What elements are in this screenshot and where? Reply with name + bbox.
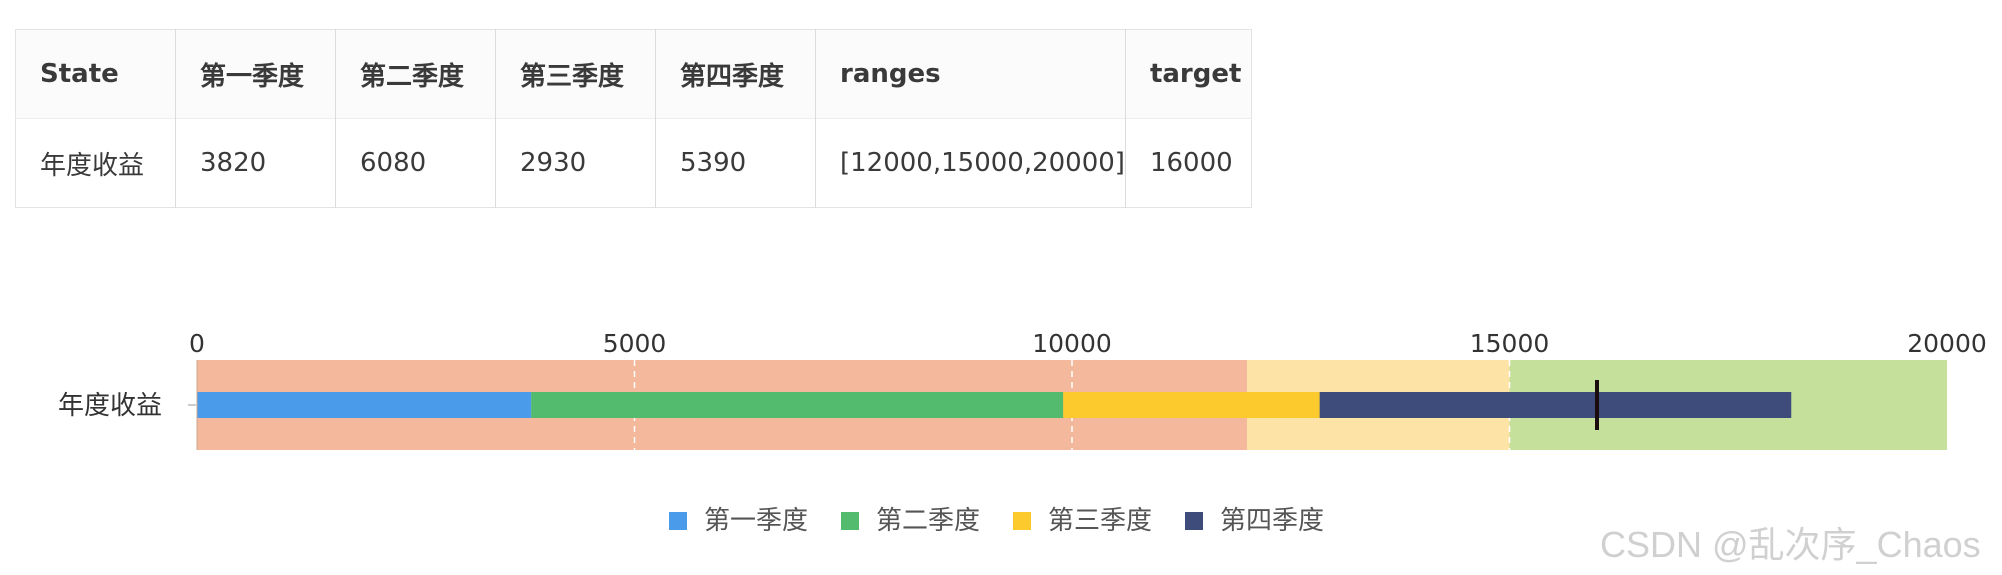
legend-item-4: 第四季度 xyxy=(1185,506,1324,536)
legend-item-3: 第三季度 xyxy=(1013,506,1152,536)
legend-label: 第四季度 xyxy=(1220,506,1324,536)
target-layer xyxy=(1595,380,1599,430)
x-tick-label: 20000 xyxy=(1907,329,1987,358)
legend-swatch xyxy=(841,512,859,530)
bar-3 xyxy=(1063,392,1320,418)
bar-4 xyxy=(1319,392,1792,418)
legend-swatch xyxy=(669,512,687,530)
x-tick-label: 10000 xyxy=(1032,329,1112,358)
legend-label: 第三季度 xyxy=(1048,506,1152,536)
category-label: 年度收益 xyxy=(58,391,162,421)
legend-swatch xyxy=(1013,512,1031,530)
legend-label: 第一季度 xyxy=(704,506,808,536)
watermark: CSDN @乱次序_Chaos xyxy=(1600,524,1981,565)
bullet-chart: 0 5000 10000 15000 20000 年度收益 第一季度 第二季度 第三季度 第四季… xyxy=(58,329,1987,536)
bar-1 xyxy=(197,392,532,418)
x-tick-label: 15000 xyxy=(1470,329,1550,358)
legend-swatch xyxy=(1185,512,1203,530)
legend-label: 第二季度 xyxy=(876,506,980,536)
x-tick-label: 5000 xyxy=(603,329,667,358)
x-tick-label: 0 xyxy=(189,329,205,358)
legend-layer: 第一季度 第二季度 第三季度 第四季度 xyxy=(669,506,1324,536)
target-marker xyxy=(1595,380,1599,430)
bars-layer xyxy=(197,392,1792,418)
bar-2 xyxy=(531,392,1064,418)
legend-item-2: 第二季度 xyxy=(841,506,980,536)
legend-item-1: 第一季度 xyxy=(669,506,808,536)
